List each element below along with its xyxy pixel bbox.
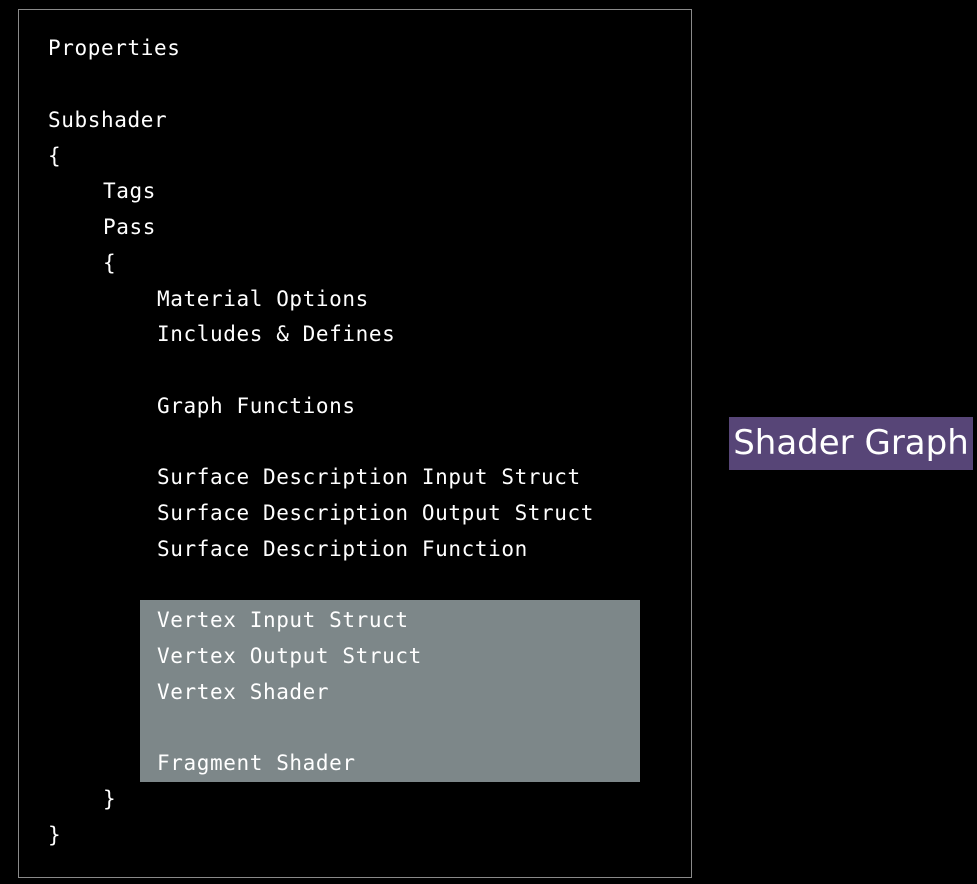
- code-line-surface-function: Surface Description Function: [157, 537, 528, 561]
- code-line-includes-defines: Includes & Defines: [157, 322, 396, 346]
- code-line-tags: Tags: [103, 179, 156, 203]
- code-line-vertex-shader: Vertex Shader: [157, 680, 330, 704]
- code-line-material-options: Material Options: [157, 287, 369, 311]
- code-line-vertex-output-struct: Vertex Output Struct: [157, 644, 422, 668]
- code-line-close-brace-outer: }: [48, 823, 62, 847]
- code-line-graph-functions: Graph Functions: [157, 394, 356, 418]
- code-line-fragment-shader: Fragment Shader: [157, 751, 356, 775]
- code-line-properties: Properties: [48, 36, 181, 60]
- code-line-open-brace-inner: {: [103, 251, 117, 275]
- code-line-vertex-input-struct: Vertex Input Struct: [157, 608, 409, 632]
- code-line-pass: Pass: [103, 215, 156, 239]
- code-line-surface-output-struct: Surface Description Output Struct: [157, 501, 595, 525]
- code-line-subshader: Subshader: [48, 108, 168, 132]
- code-line-surface-input-struct: Surface Description Input Struct: [157, 465, 581, 489]
- code-line-open-brace-outer: {: [48, 144, 62, 168]
- code-line-close-brace-inner: }: [103, 787, 117, 811]
- shader-graph-badge: Shader Graph: [729, 417, 973, 470]
